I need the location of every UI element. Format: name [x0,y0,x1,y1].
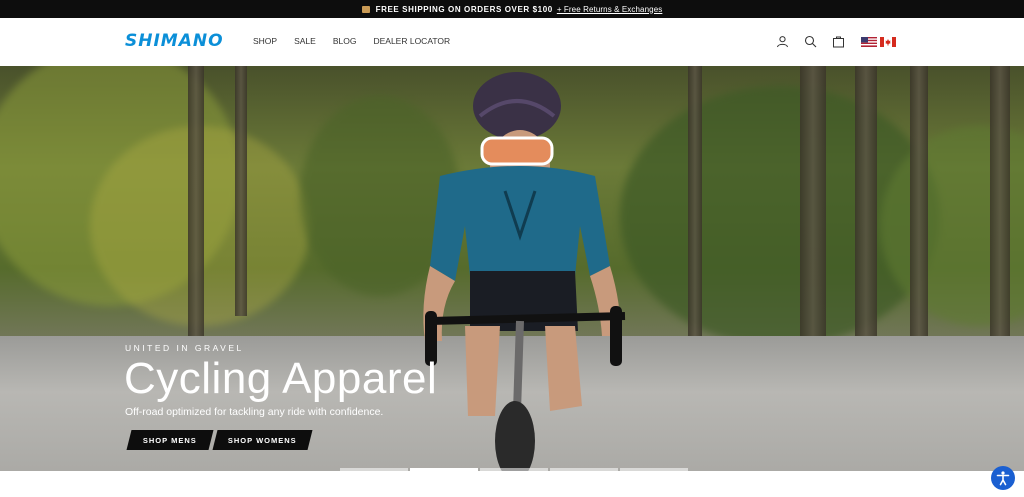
account-icon[interactable] [775,34,789,48]
free-returns-link[interactable]: + Free Returns & Exchanges [557,5,663,14]
announcement-text: FREE SHIPPING ON ORDERS OVER $100 [375,4,553,14]
hero-title: Cycling Apparel [124,354,438,403]
nav-blog[interactable]: BLOG [333,36,357,46]
region-selector[interactable] [861,37,896,47]
hero-subtitle: Off-road optimized for tackling any ride… [125,406,384,418]
slide-dot[interactable] [620,468,688,471]
tree-trunk [910,66,928,366]
slide-dot-active[interactable] [410,468,478,471]
main-nav: SHOP SALE BLOG DEALER LOCATOR [253,36,467,46]
nav-dealer-locator[interactable]: DEALER LOCATOR [373,36,450,46]
shop-womens-label: SHOP WOMENS [228,435,297,445]
shop-womens-button[interactable]: SHOP WOMENS [212,430,313,450]
tree-trunk [800,66,826,376]
hero-banner[interactable]: UNITED IN GRAVEL Cycling Apparel Off-roa… [0,66,1024,471]
slide-indicators [340,468,688,471]
tree-trunk [990,66,1010,356]
tree-trunk [188,66,204,336]
us-flag-icon[interactable] [861,37,877,47]
accessibility-icon [996,471,1010,486]
slide-dot[interactable] [480,468,548,471]
cart-icon[interactable] [831,34,845,48]
shop-mens-button[interactable]: SHOP MENS [126,430,214,450]
tree-trunk [235,66,247,316]
announcement-bar: FREE SHIPPING ON ORDERS OVER $100 + Free… [0,0,1024,18]
tree-trunk [688,66,702,356]
hero-eyebrow: UNITED IN GRAVEL [125,343,244,353]
nav-shop[interactable]: SHOP [253,36,277,46]
shop-mens-label: SHOP MENS [143,435,197,445]
cyclist-photo [423,72,626,471]
search-icon[interactable] [803,34,817,48]
slide-dot[interactable] [550,468,618,471]
canada-flag-icon[interactable] [880,37,896,47]
nav-sale[interactable]: SALE [294,36,316,46]
site-header: SHIMANO SHOP SALE BLOG DEALER LOCATOR [0,18,1024,66]
tree-trunk [855,66,877,376]
header-icons [775,34,845,48]
package-icon [361,5,370,13]
accessibility-button[interactable] [991,466,1015,490]
shimano-logo[interactable]: SHIMANO [125,31,224,51]
slide-dot[interactable] [340,468,408,471]
